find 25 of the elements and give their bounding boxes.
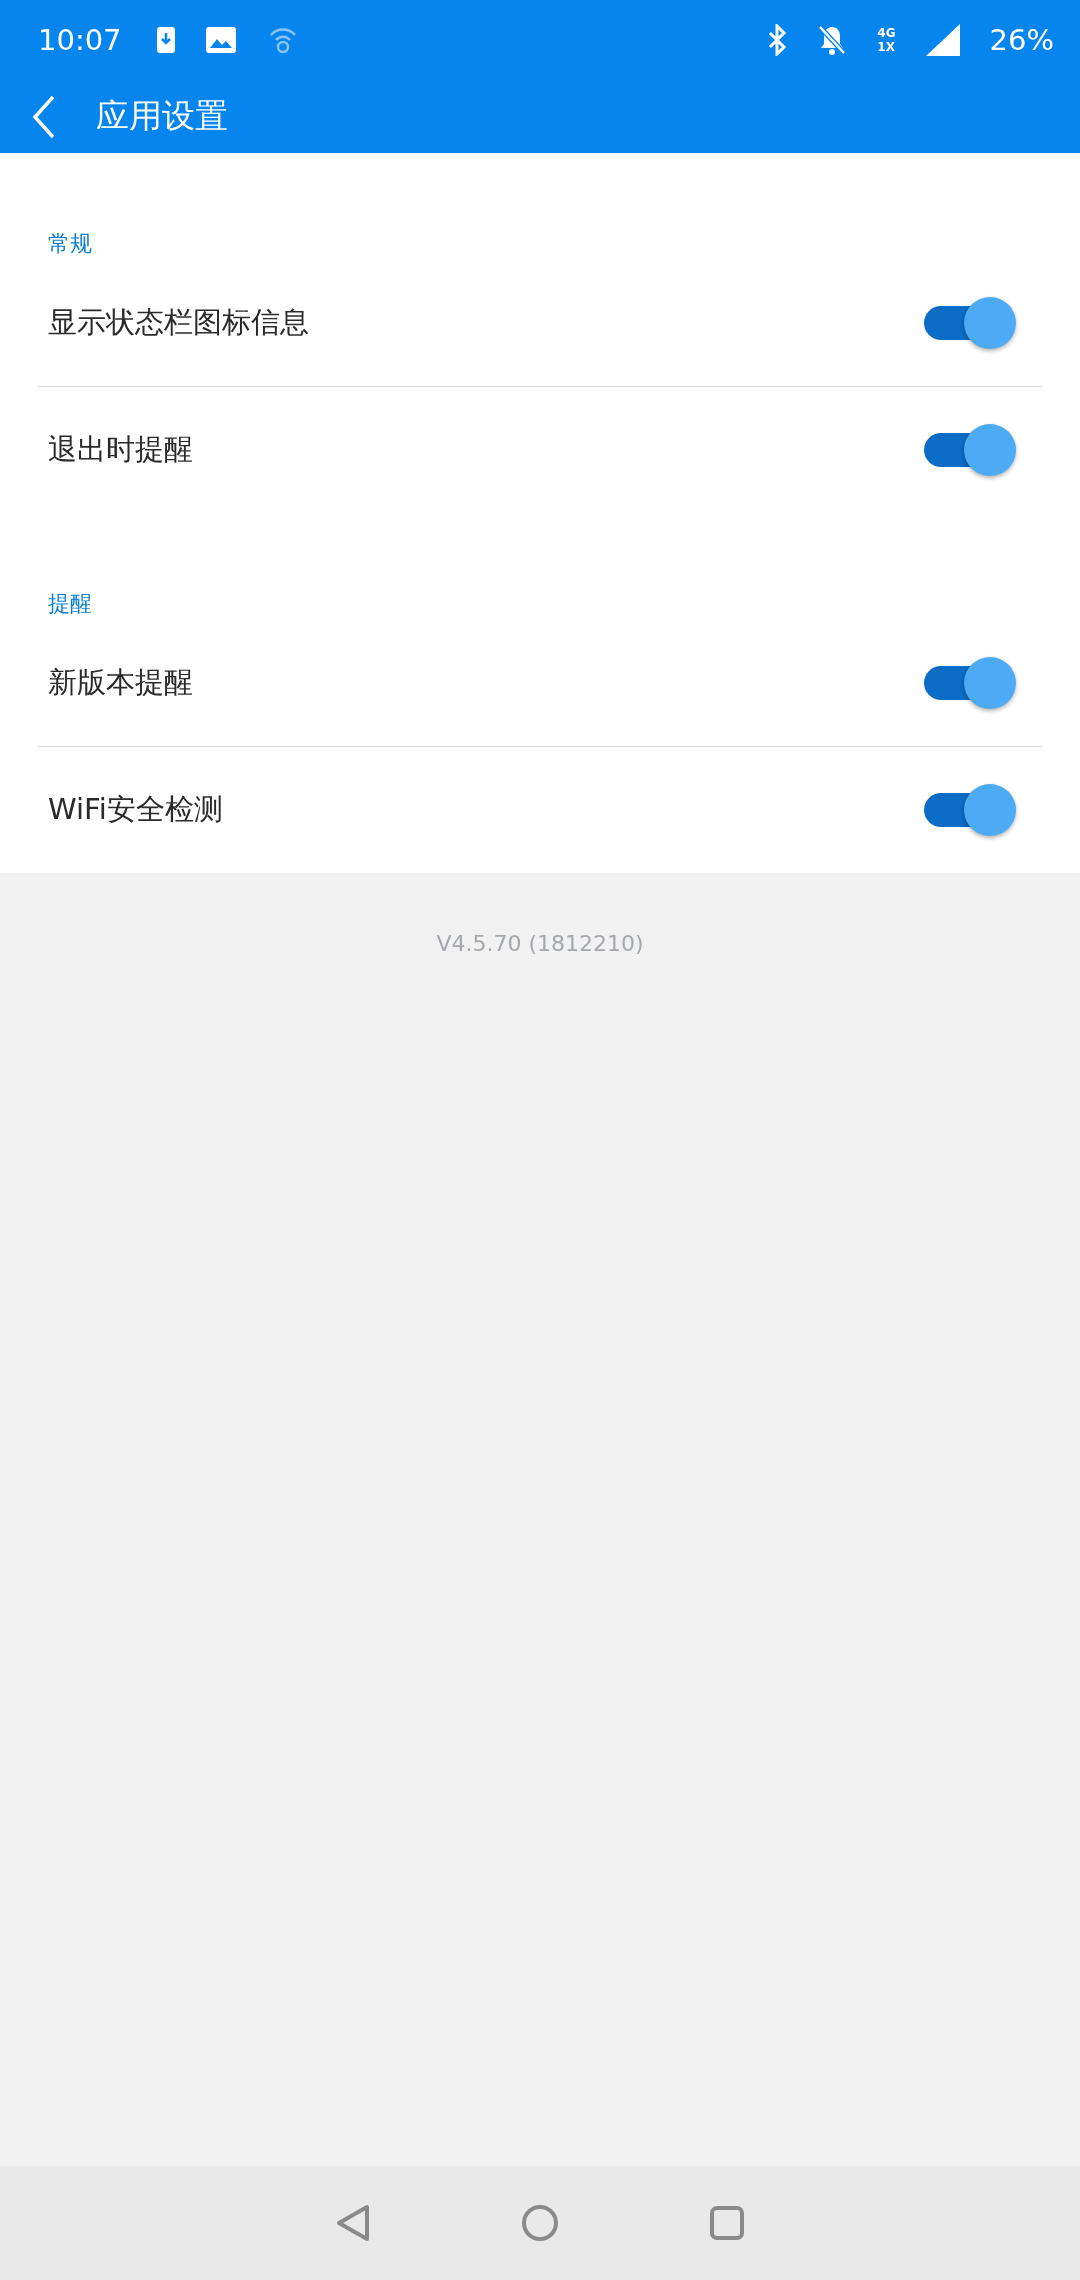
status-time: 10:07 <box>38 23 122 57</box>
signal-icon <box>925 24 960 56</box>
setting-label: 显示状态栏图标信息 <box>48 303 309 341</box>
section-header: 常规 <box>47 230 93 258</box>
network-label: 1X <box>877 40 896 54</box>
network-label: 4G <box>877 26 896 40</box>
battery-percent: 26% <box>989 23 1054 57</box>
page-title: 应用设置 <box>96 95 228 137</box>
bluetooth-icon <box>767 24 788 56</box>
bell-off-icon <box>817 24 848 56</box>
toggle-switch[interactable] <box>924 656 1016 709</box>
recents-nav-button[interactable] <box>709 2205 745 2241</box>
setting-label: WiFi安全检测 <box>48 791 223 828</box>
download-icon <box>155 26 176 54</box>
toggle-switch[interactable] <box>924 424 1016 476</box>
toggle-switch[interactable] <box>924 784 1016 836</box>
image-icon <box>205 27 236 53</box>
back-button[interactable] <box>32 94 56 139</box>
toggle-switch[interactable] <box>924 296 1016 349</box>
setting-label: 退出时提醒 <box>48 431 193 468</box>
setting-label: 新版本提醒 <box>48 663 193 701</box>
back-nav-button[interactable] <box>335 2204 371 2242</box>
home-nav-button[interactable] <box>521 2204 559 2242</box>
section-header: 提醒 <box>47 590 93 618</box>
version-text: V4.5.70 (1812210) <box>436 931 644 956</box>
